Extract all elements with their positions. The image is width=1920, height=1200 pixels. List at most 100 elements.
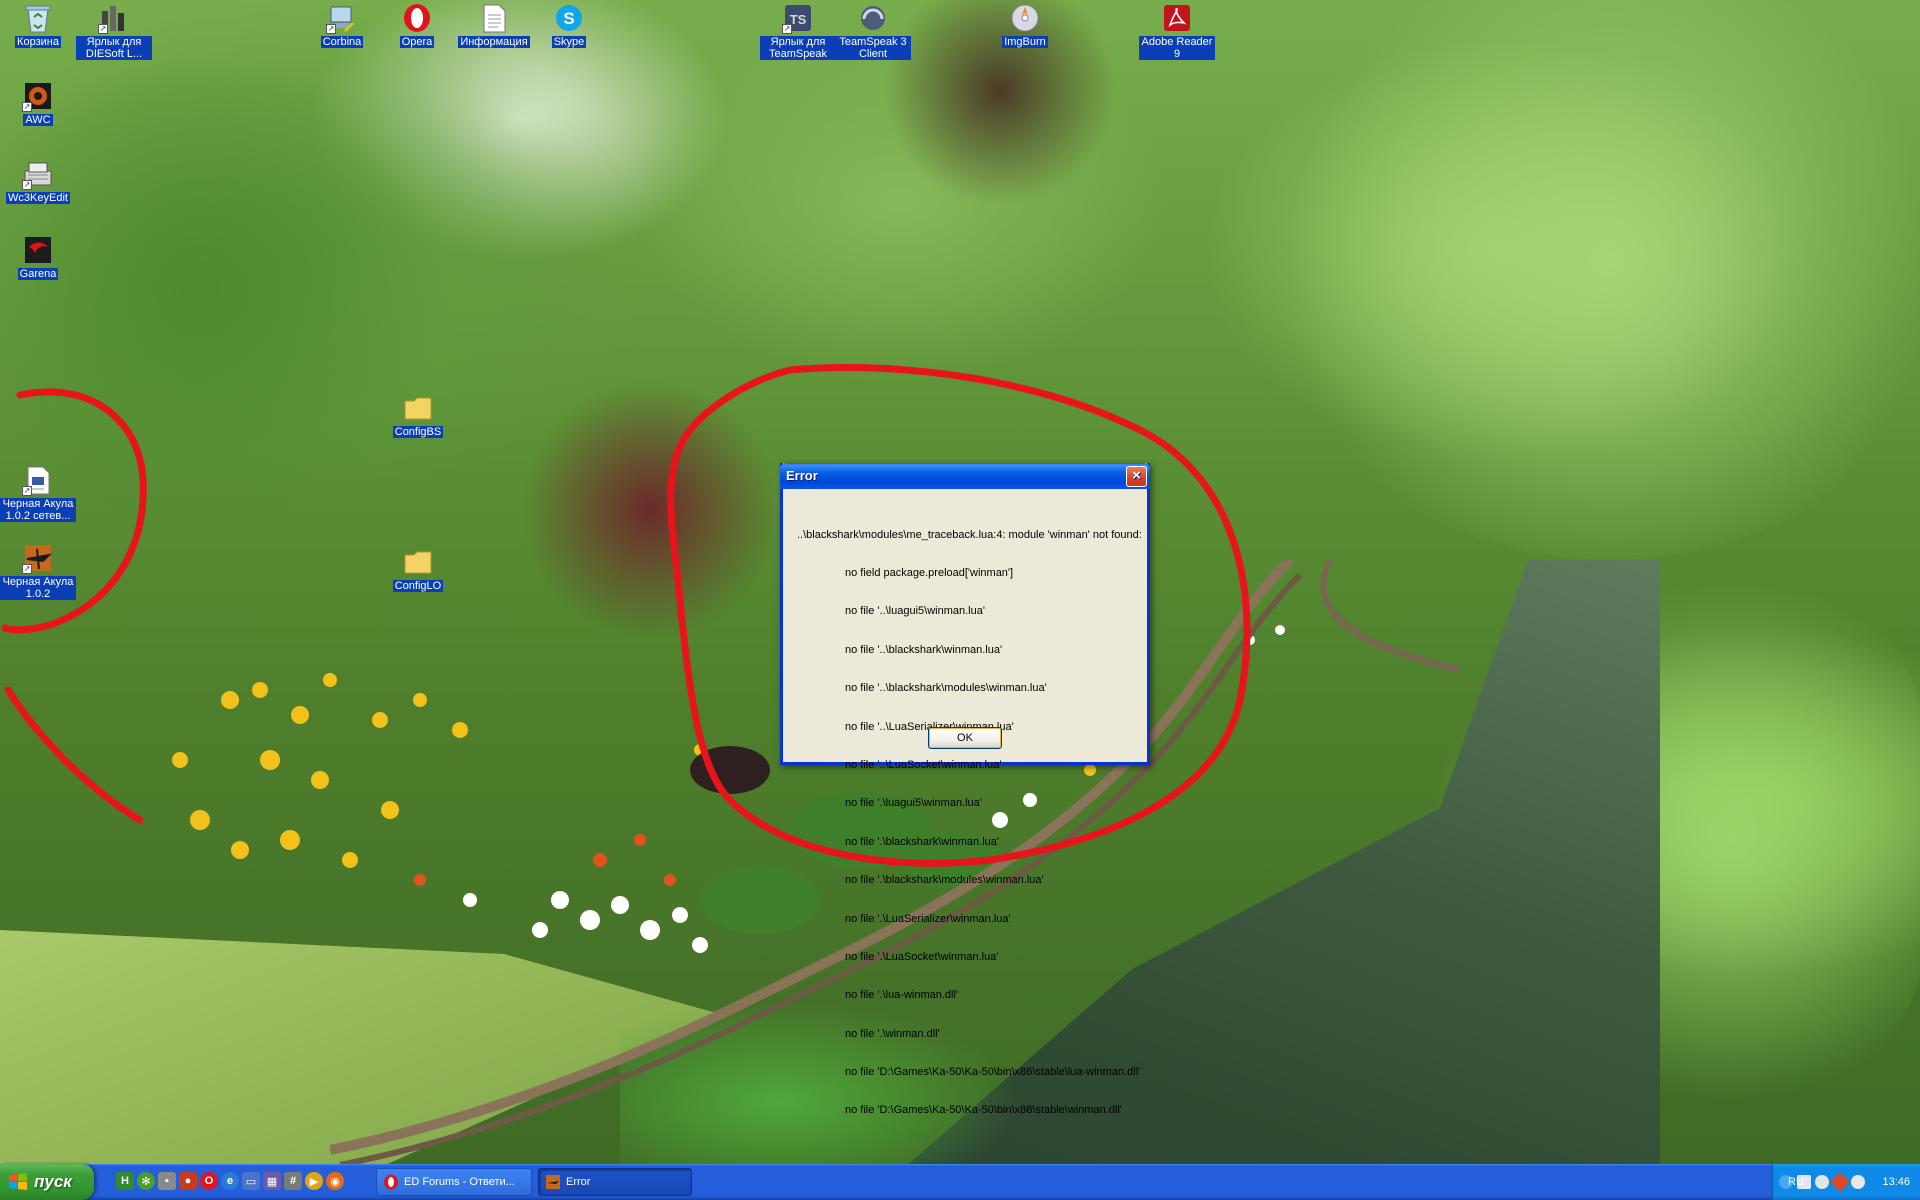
desktop-icon-label: Corbina <box>320 36 364 48</box>
calculator-icon[interactable]: # <box>284 1172 302 1190</box>
dialog-message-line: no file '.\lua-winman.dll' <box>845 989 959 1002</box>
awc-icon: ↗ <box>22 80 54 112</box>
desktop-icon-teamspeak[interactable]: TS ↗ Ярлык для TeamSpeak <box>760 2 836 60</box>
skype-icon: S <box>553 2 585 34</box>
dialog-message-line: no file '.\LuaSerializer\winman.lua' <box>845 912 1011 925</box>
close-icon: × <box>1132 467 1141 484</box>
application-icon[interactable]: ▦ <box>263 1172 281 1190</box>
firefox-icon[interactable]: ◉ <box>326 1172 344 1190</box>
quick-launch-bar: H ✻ ▪ ● O e ▭ ▦ # ▶ ◉ <box>116 1172 344 1192</box>
folder-icon <box>402 546 434 578</box>
shortcut-arrow-icon: ↗ <box>22 486 32 496</box>
desktop-icon-label: Skype <box>551 36 587 48</box>
media-player-icon[interactable]: ▪ <box>158 1172 176 1190</box>
windows-flag-icon <box>9 1173 27 1190</box>
shortcut-arrow-icon: ↗ <box>22 102 32 112</box>
error-dialog[interactable]: Error × ..\blackshark\modules\me_traceba… <box>780 463 1150 1116</box>
wallpaper-foliage <box>0 60 460 520</box>
dialog-title: Error <box>786 468 818 483</box>
garena-icon <box>22 234 54 266</box>
desktop-icon-label: Ярлык для DIESoft L... <box>76 36 152 60</box>
desktop-icon-label: Черная Акула 1.0.2 <box>0 576 76 600</box>
dialog-message-line: no file '.\LuaSocket\winman.lua' <box>845 950 999 963</box>
dialog-message-line: no file '..\blackshark\modules\winman.lu… <box>845 682 1047 695</box>
taskbar: пуск H ✻ ▪ ● O e ▭ ▦ # ▶ ◉ ED Forums - О… <box>0 1164 1920 1200</box>
winamp-icon[interactable]: ▶ <box>305 1172 323 1190</box>
opera-icon <box>401 2 433 34</box>
desktop-icon-configbs[interactable]: ConfigBS <box>380 392 456 438</box>
desktop[interactable]: Корзина ↗ Ярлык для DIESoft L... ↗ Corbi… <box>0 0 1920 1164</box>
black-shark-icon <box>546 1175 560 1189</box>
taskbar-button-label: Error <box>566 1176 591 1188</box>
dialog-message-line: no file '.\luagui5\winman.lua' <box>845 797 982 810</box>
taskbar-button-opera-forums[interactable]: ED Forums - Ответи... <box>376 1168 532 1196</box>
desktop-icon-teamspeak3[interactable]: TeamSpeak 3 Client <box>835 2 911 60</box>
shortcut-arrow-icon: ↗ <box>22 564 32 574</box>
desktop-icon-label: Adobe Reader 9 <box>1139 36 1215 60</box>
start-button[interactable]: пуск <box>0 1164 94 1200</box>
dialog-titlebar[interactable]: Error × <box>780 463 1150 489</box>
internet-explorer-icon[interactable]: e <box>221 1172 239 1190</box>
black-shark-icon: ↗ <box>22 542 54 574</box>
shortcut-arrow-icon: ↗ <box>22 180 32 190</box>
keyboard-icon: ↗ <box>22 158 54 190</box>
desktop-icon-label: Черная Акула 1.0.2 сетев... <box>0 498 76 522</box>
update-icon[interactable] <box>1851 1175 1865 1189</box>
desktop-icon-label: ConfigBS <box>392 426 444 438</box>
dialog-message-line: ..\blackshark\modules\me_traceback.lua:4… <box>797 528 1142 541</box>
desktop-icon-garena[interactable]: Garena <box>0 234 76 280</box>
desktop-icon-adobe-reader[interactable]: Adobe Reader 9 <box>1139 2 1215 60</box>
desktop-icon-diesoft[interactable]: ↗ Ярлык для DIESoft L... <box>76 2 152 60</box>
tray-clock[interactable]: 13:46 <box>1882 1176 1910 1188</box>
desktop-icon-label: Информация <box>458 36 530 48</box>
network-connection-icon: ↗ <box>326 2 358 34</box>
desktop-icon-imgburn[interactable]: ImgBurn <box>987 2 1063 48</box>
folder-icon <box>402 392 434 424</box>
wallpaper-foliage <box>520 380 780 640</box>
desktop-icon-skype[interactable]: S Skype <box>531 2 607 48</box>
dialog-message-line: no file 'D:\Games\Ka-50\Ka-50\bin\x86\st… <box>845 1066 1141 1079</box>
desktop-icon-awc[interactable]: ↗ AWC <box>0 80 76 126</box>
start-label: пуск <box>34 1172 72 1191</box>
wallpaper-foliage <box>1260 0 1920 560</box>
wallpaper-lawn <box>0 930 720 1164</box>
svg-text:TS: TS <box>790 12 807 27</box>
desktop-icon-info[interactable]: Информация <box>456 2 532 48</box>
desktop-icon-recycle-bin[interactable]: Корзина <box>0 2 76 48</box>
desktop-icon-label: Opera <box>399 36 435 48</box>
dialog-message-line: no file '.\winman.dll' <box>845 1027 940 1040</box>
imgburn-icon <box>1009 2 1041 34</box>
volume-icon[interactable] <box>1815 1175 1829 1189</box>
desktop-icon-label: Wc3KeyEdit <box>6 192 70 204</box>
gear-icon[interactable]: ✻ <box>137 1172 155 1190</box>
document-icon <box>478 2 510 34</box>
svg-text:S: S <box>563 9 574 28</box>
dialog-message-line: no field package.preload['winman'] <box>845 566 1014 579</box>
desktop-icon-black-shark[interactable]: ↗ Черная Акула 1.0.2 <box>0 542 76 600</box>
shortcut-arrow-icon: ↗ <box>782 24 792 34</box>
ok-button[interactable]: OK <box>928 727 1002 749</box>
security-alert-icon[interactable] <box>1830 1172 1850 1192</box>
desktop-icon-label: Ярлык для TeamSpeak <box>760 36 836 60</box>
taskbar-button-error[interactable]: Error <box>538 1168 692 1196</box>
dialog-message-line: no file '..\LuaSocket\winman.lua' <box>845 758 1002 771</box>
dialog-message-line: no file '.\blackshark\modules\winman.lua… <box>845 874 1044 887</box>
diesoft-icon: ↗ <box>98 2 130 34</box>
desktop-show-icon[interactable]: ▭ <box>242 1172 260 1190</box>
desktop-icon-wc3keyedit[interactable]: ↗ Wc3KeyEdit <box>0 158 76 204</box>
opera-icon[interactable]: O <box>200 1172 218 1190</box>
desktop-icon-corbina[interactable]: ↗ Corbina <box>304 2 380 48</box>
dialog-message-line: no file '..\blackshark\winman.lua' <box>845 643 1003 656</box>
utility-icon[interactable]: ● <box>179 1172 197 1190</box>
language-indicator[interactable]: RU <box>1788 1176 1804 1188</box>
taskbar-button-label: ED Forums - Ответи... <box>404 1176 515 1188</box>
desktop-icon-label: TeamSpeak 3 Client <box>835 36 911 60</box>
dialog-close-button[interactable]: × <box>1126 466 1147 487</box>
desktop-icon-configlo[interactable]: ConfigLO <box>380 546 456 592</box>
task-manager-icon[interactable]: H <box>116 1172 134 1190</box>
desktop-icon-label: ImgBurn <box>1002 36 1048 48</box>
desktop-icon-label: Garena <box>17 268 59 280</box>
desktop-icon-opera[interactable]: Opera <box>379 2 455 48</box>
desktop-icon-black-shark-network[interactable]: ↗ Черная Акула 1.0.2 сетев... <box>0 464 76 522</box>
adobe-reader-icon <box>1161 2 1193 34</box>
